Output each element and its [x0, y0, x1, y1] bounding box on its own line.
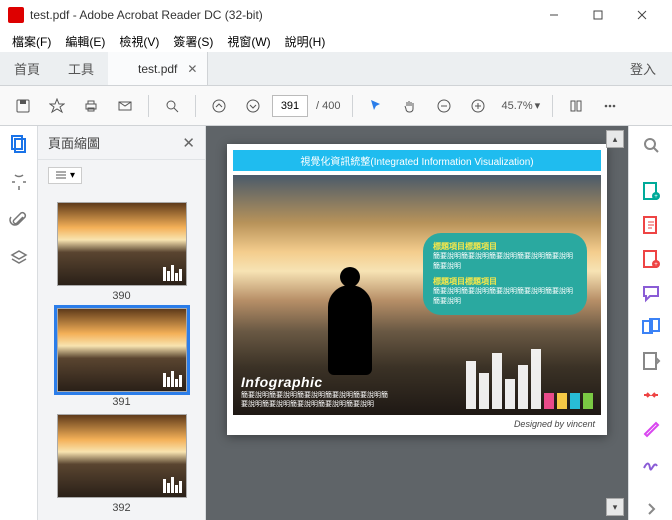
thumbnail-390[interactable]: 390 [57, 202, 187, 302]
find-button[interactable] [157, 91, 187, 121]
menu-view[interactable]: 檢視(V) [113, 31, 165, 52]
tab-home[interactable]: 首頁 [0, 52, 54, 85]
thumbnail-options-button[interactable]: ▾ [48, 167, 82, 184]
thumbnails-icon[interactable] [9, 134, 29, 154]
chevron-down-icon: ▾ [70, 170, 75, 181]
left-rail [0, 126, 38, 520]
page-number-input[interactable] [272, 95, 308, 117]
svg-text:+: + [654, 262, 658, 268]
create-pdf-icon[interactable]: + [640, 248, 662, 270]
zoom-out-button[interactable] [429, 91, 459, 121]
print-button[interactable] [76, 91, 106, 121]
star-icon[interactable] [42, 91, 72, 121]
search-tool-icon[interactable] [640, 134, 662, 156]
thumbnail-label: 391 [57, 396, 187, 408]
document-page: 視覺化資訊統整(Integrated Information Visualiza… [227, 144, 607, 435]
compress-icon[interactable] [640, 384, 662, 406]
combine-icon[interactable] [640, 316, 662, 338]
tab-tools[interactable]: 工具 [54, 52, 108, 85]
tab-close-icon[interactable]: ✕ [187, 62, 197, 76]
layers-icon[interactable] [9, 248, 29, 268]
selection-tool[interactable] [361, 91, 391, 121]
organize-icon[interactable] [640, 350, 662, 372]
tab-document[interactable]: test.pdf ✕ [108, 52, 208, 85]
page-total: / 400 [312, 100, 344, 112]
comment-icon[interactable] [640, 282, 662, 304]
more-tools-button[interactable] [595, 91, 625, 121]
menu-edit[interactable]: 編輯(E) [59, 31, 111, 52]
thumbnail-391[interactable]: 391 [57, 308, 187, 408]
menu-window[interactable]: 視窗(W) [221, 31, 276, 52]
hand-tool[interactable] [395, 91, 425, 121]
window-title: test.pdf - Adobe Acrobat Reader DC (32-b… [30, 8, 263, 22]
menu-file[interactable]: 檔案(F) [6, 31, 57, 52]
svg-text:+: + [654, 194, 658, 200]
menu-bar: 檔案(F) 編輯(E) 檢視(V) 簽署(S) 視窗(W) 說明(H) [0, 30, 672, 52]
tab-bar: 首頁 工具 test.pdf ✕ 登入 [0, 52, 672, 86]
scroll-down-button[interactable]: ▾ [606, 498, 624, 516]
scroll-up-button[interactable]: ▴ [606, 130, 624, 148]
save-button[interactable] [8, 91, 38, 121]
thumbnail-panel: 頁面縮圖 ✕ ▾ 390 391 392 [38, 126, 206, 520]
bookmarks-icon[interactable] [9, 172, 29, 192]
minimize-button[interactable] [532, 0, 576, 30]
app-icon [8, 7, 24, 23]
maximize-button[interactable] [576, 0, 620, 30]
right-rail: + + [628, 126, 672, 520]
tab-document-label: test.pdf [138, 62, 177, 76]
page-down-button[interactable] [238, 91, 268, 121]
credit-text: Designed by vincent [233, 415, 601, 429]
email-button[interactable] [110, 91, 140, 121]
thumbnail-panel-title: 頁面縮圖 [48, 133, 100, 152]
page-up-button[interactable] [204, 91, 234, 121]
page-view[interactable]: ▴ ▾ 視覺化資訊統整(Integrated Information Visua… [206, 126, 628, 520]
zoom-in-button[interactable] [463, 91, 493, 121]
edit-pdf-icon[interactable] [640, 214, 662, 236]
title-bar: test.pdf - Adobe Acrobat Reader DC (32-b… [0, 0, 672, 30]
chevron-down-icon: ▾ [535, 99, 541, 112]
callout-bubble: 標題項目標題項目 簡要說明簡要說明簡要說明簡要說明簡要說明簡要說明 標題項目標題… [423, 233, 587, 315]
banner-text: 視覺化資訊統整(Integrated Information Visualiza… [233, 150, 601, 171]
hero-image: 標題項目標題項目 簡要說明簡要說明簡要說明簡要說明簡要說明簡要說明 標題項目標題… [233, 175, 601, 415]
close-panel-icon[interactable]: ✕ [182, 134, 195, 152]
menu-sign[interactable]: 簽署(S) [167, 31, 219, 52]
export-pdf-icon[interactable]: + [640, 180, 662, 202]
login-button[interactable]: 登入 [614, 52, 672, 85]
zoom-level[interactable]: 45.7%▾ [497, 99, 544, 112]
infographic-text: Infographic 簡要說明簡要說明簡要說明簡要說明簡要說明簡要說明簡要說明… [241, 373, 391, 409]
toolbar: / 400 45.7%▾ [0, 86, 672, 126]
thumbnail-label: 392 [57, 502, 187, 514]
close-button[interactable] [620, 0, 664, 30]
collapse-rail-icon[interactable] [640, 498, 662, 520]
redact-icon[interactable] [640, 418, 662, 440]
sign-icon[interactable] [640, 452, 662, 474]
menu-help[interactable]: 說明(H) [279, 31, 332, 52]
thumbnail-label: 390 [57, 290, 187, 302]
thumbnail-392[interactable]: 392 [57, 414, 187, 514]
bar-chart-icon [466, 349, 593, 409]
fit-width-button[interactable] [561, 91, 591, 121]
attachments-icon[interactable] [9, 210, 29, 230]
